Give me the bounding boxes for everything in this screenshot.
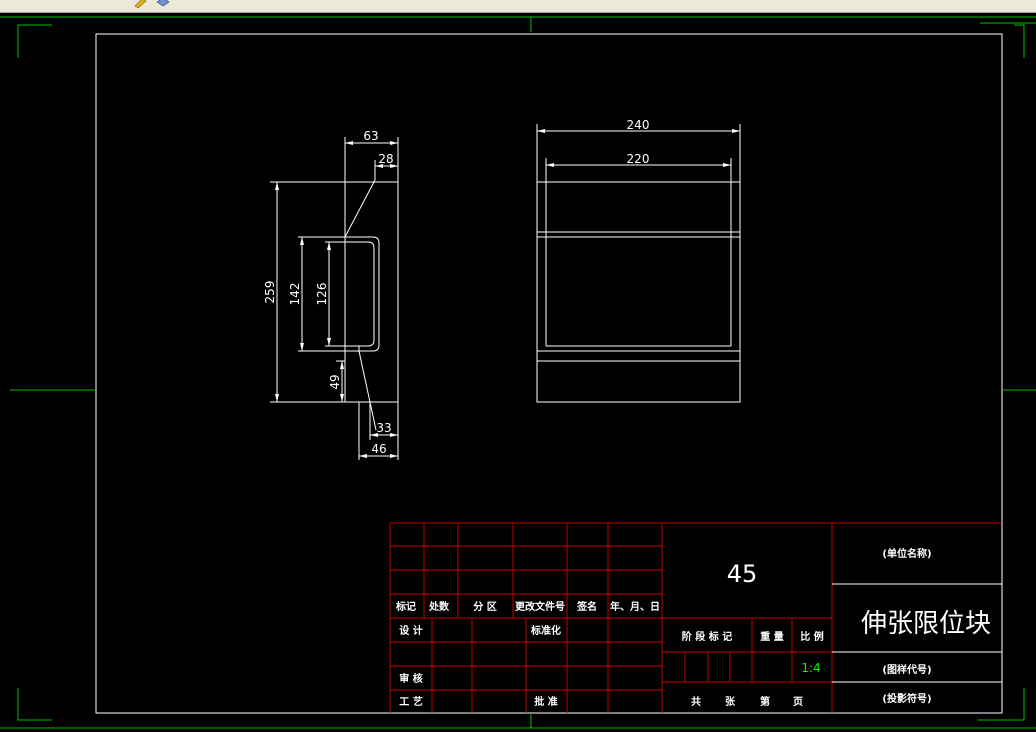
tb-mark: 标记 xyxy=(395,600,416,613)
tb-zone: 分 区 xyxy=(473,600,496,613)
tb-change-doc: 更改文件号 xyxy=(515,600,565,613)
tb-total: 共 xyxy=(691,695,701,708)
dim-220: 220 xyxy=(627,152,650,166)
tb-projection: (投影符号) xyxy=(882,692,931,705)
dim-28: 28 xyxy=(378,152,393,166)
tb-ratio: 比 例 xyxy=(800,630,823,643)
dim-63: 63 xyxy=(363,129,378,143)
pencil-icon[interactable] xyxy=(134,0,148,8)
tb-part-name: 伸张限位块 xyxy=(861,609,991,639)
dim-240: 240 xyxy=(627,118,650,132)
tb-drawing-code: (图样代号) xyxy=(882,663,931,676)
tb-sheet-word: 张 xyxy=(725,695,736,708)
tb-scale: 1:4 xyxy=(801,661,820,675)
tb-count: 处数 xyxy=(428,600,450,613)
dim-142: 142 xyxy=(288,283,302,306)
dim-46: 46 xyxy=(371,442,386,456)
tb-process: 工 艺 xyxy=(399,695,422,708)
drawing-canvas[interactable]: 63 28 259 142 126 49 33 46 240 220 标记 处数… xyxy=(0,12,1036,732)
tb-standardization: 标准化 xyxy=(530,624,561,637)
tb-review: 审 核 xyxy=(399,672,422,685)
tb-date: 年、月、日 xyxy=(610,600,660,613)
tb-stage-mark: 阶 段 标 记 xyxy=(682,630,732,643)
tb-sheet-no: 第 xyxy=(760,695,770,708)
tb-page-word: 页 xyxy=(793,696,803,708)
dim-33: 33 xyxy=(376,421,391,435)
tb-design: 设 计 xyxy=(399,624,422,637)
dim-49: 49 xyxy=(328,374,342,389)
tb-signature: 签名 xyxy=(576,600,597,613)
tb-unit-name: (单位名称) xyxy=(882,547,931,560)
tb-material: 45 xyxy=(727,560,758,588)
tb-approve: 批 准 xyxy=(534,695,557,708)
dim-259: 259 xyxy=(263,281,277,304)
tb-weight: 重 量 xyxy=(760,630,783,643)
dim-126: 126 xyxy=(315,283,329,306)
layers-icon[interactable] xyxy=(156,0,170,8)
